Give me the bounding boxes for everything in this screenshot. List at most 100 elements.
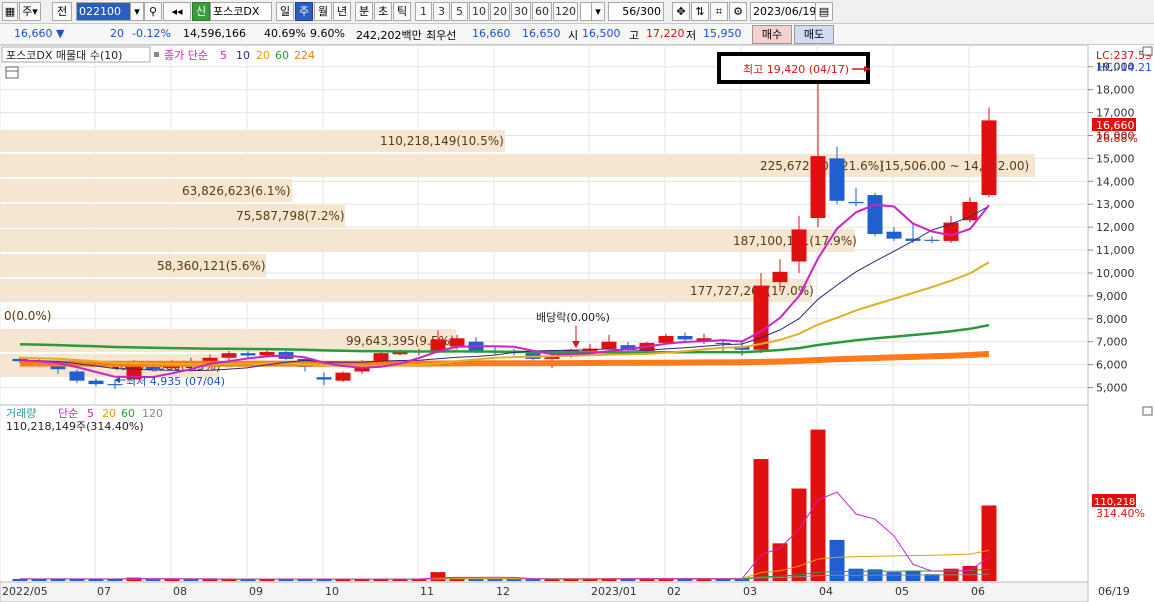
interval-10[interactable]: 10 — [469, 2, 489, 21]
date-field[interactable]: 2023/06/19 — [750, 2, 816, 21]
volume-ma-label: 단순 — [58, 407, 78, 420]
volume-summary: 110,218,149주(314.40%) — [6, 420, 144, 433]
vol-ma-period-120: 120 — [142, 407, 163, 420]
price-tick-label: 17,000 — [1096, 107, 1135, 120]
volume-value: 14,596,166 — [183, 27, 246, 40]
change-value: 20 — [110, 27, 124, 40]
candle-body — [715, 342, 731, 345]
ma-period-10: 10 — [236, 49, 250, 62]
price-tick-label: 7,000 — [1096, 336, 1128, 349]
buy-button[interactable]: 매수 — [752, 25, 792, 44]
time-tick-label: 07 — [97, 585, 111, 598]
grid-icon[interactable]: ▦ — [2, 2, 18, 21]
price-tick-label: 6,000 — [1096, 359, 1128, 372]
interval-1[interactable]: 1 — [415, 2, 432, 21]
volume-profile-range-label: (15,506.00 ~ 14,352.00) — [880, 159, 1029, 173]
speaker-icon[interactable]: ◂◂ — [163, 2, 191, 21]
time-tick-label: 10 — [325, 585, 339, 598]
volume-bar — [753, 459, 769, 581]
best-bid: 16,650 — [522, 27, 561, 40]
interval-dropdown-icon[interactable]: ▾ — [591, 2, 605, 21]
price-tick-label: 8,000 — [1096, 313, 1128, 326]
tab-week[interactable]: 주 — [295, 2, 313, 21]
ma-period-20: 20 — [256, 49, 270, 62]
candle-body — [924, 239, 940, 241]
tab-month[interactable]: 월 — [314, 2, 332, 21]
candle-body — [69, 371, 85, 381]
interval-5[interactable]: 5 — [451, 2, 468, 21]
volume-bar — [164, 579, 180, 581]
candle-body — [601, 341, 617, 349]
prev-button[interactable]: 전 — [52, 2, 72, 21]
candle-body — [981, 120, 997, 196]
gear-icon[interactable]: ⚙ — [729, 2, 747, 21]
crosshair-icon[interactable]: ✥ — [672, 2, 690, 21]
current-price-tag-text: 16,660 — [1096, 119, 1135, 132]
time-axis-bar — [0, 581, 1089, 602]
volume-profile-label: 75,587,798(7.2%) — [236, 209, 345, 223]
candle-body — [810, 156, 826, 218]
best-ask: 16,660 — [472, 27, 511, 40]
candle-body — [240, 353, 256, 356]
current-price-pct: 26.88% — [1096, 132, 1138, 145]
tab-tick[interactable]: 틱 — [393, 2, 411, 21]
chart-area[interactable]: 110,218,149(10.5%)225,672,702(21.6%)63,8… — [0, 45, 1154, 602]
sell-button[interactable]: 매도 — [794, 25, 834, 44]
volume-bar — [905, 571, 921, 581]
code-dropdown-icon[interactable]: ▾ — [130, 2, 144, 21]
legend-marker — [154, 52, 159, 57]
price-tick-label: 9,000 — [1096, 290, 1128, 303]
toolbar: ▦ 주▾ 전 022100 ▾ ⚲ ◂◂ 신 포스코DX 일 주 월 년 분 초… — [0, 0, 1154, 24]
time-tick-label: 05 — [895, 585, 909, 598]
volume-profile-label: 58,360,121(5.6%) — [157, 259, 266, 273]
stock-code-input[interactable]: 022100 — [76, 2, 134, 21]
candle-body — [867, 195, 883, 235]
candle-body — [772, 271, 788, 283]
trade-amount: 242,202백만 — [356, 29, 422, 42]
volume-pane-maximize-icon[interactable] — [1142, 406, 1153, 416]
tab-second[interactable]: 초 — [374, 2, 392, 21]
time-tick-label: 08 — [173, 585, 187, 598]
stock-name-field[interactable]: 포스코DX — [210, 2, 272, 21]
volume-bar — [183, 579, 199, 581]
volume-bar — [145, 579, 161, 581]
candle-body — [335, 372, 351, 381]
high-label: 고 — [629, 29, 640, 42]
arrows-icon[interactable]: ⇅ — [691, 2, 709, 21]
price-tick-label: 18,000 — [1096, 84, 1135, 97]
current-volume-pct: 314.40% — [1096, 507, 1145, 520]
chart-type-icon[interactable]: ⌗ — [710, 2, 728, 21]
time-tick-label: 12 — [496, 585, 510, 598]
interval-3[interactable]: 3 — [433, 2, 450, 21]
candle-body — [677, 335, 693, 340]
count-field[interactable]: 56/300 — [608, 2, 664, 21]
candle-body — [221, 353, 237, 358]
interval-20[interactable]: 20 — [490, 2, 510, 21]
tab-day[interactable]: 일 — [276, 2, 294, 21]
interval-120[interactable]: 120 — [553, 2, 578, 21]
turnover-rate: 9.60% — [310, 27, 345, 40]
time-tick-label: 2022/05 — [2, 585, 48, 598]
period-select[interactable]: 주▾ — [19, 2, 41, 21]
new-badge: 신 — [192, 2, 210, 21]
open-label: 시 — [568, 29, 579, 42]
interval-60[interactable]: 60 — [532, 2, 552, 21]
candle-body — [316, 377, 332, 380]
time-tick-label: 02 — [667, 585, 681, 598]
price-ma-label: 종가 단순 — [164, 49, 208, 62]
tab-minute[interactable]: 분 — [355, 2, 373, 21]
change-pct: -0.12% — [132, 27, 171, 40]
tab-year[interactable]: 년 — [333, 2, 351, 21]
price-pane-maximize-icon[interactable] — [1142, 46, 1153, 56]
vol-ma-period-5: 5 — [87, 407, 94, 420]
time-tick-label: 09 — [249, 585, 263, 598]
high-value: 17,220 — [646, 27, 685, 40]
search-icon[interactable]: ⚲ — [144, 2, 162, 21]
candle-body — [259, 352, 275, 356]
calendar-icon[interactable]: ▤ — [815, 2, 833, 21]
ma-period-60: 60 — [275, 49, 289, 62]
high-annotation: 최고 19,420 (04/17) — [743, 63, 849, 76]
table-icon[interactable] — [5, 66, 19, 79]
interval-30[interactable]: 30 — [511, 2, 531, 21]
price-tick-label: 10,000 — [1096, 267, 1135, 280]
